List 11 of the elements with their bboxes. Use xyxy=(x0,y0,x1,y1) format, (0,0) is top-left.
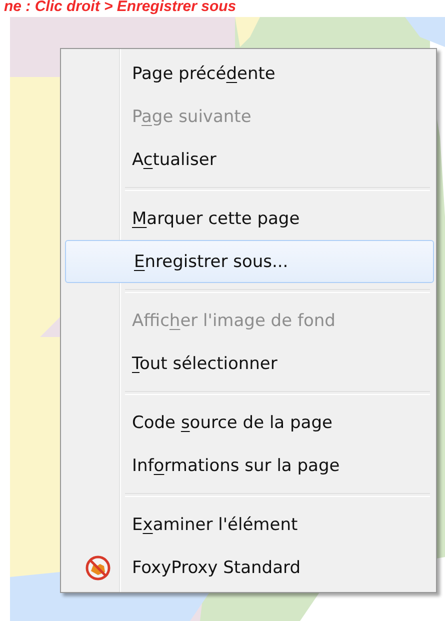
menu-item[interactable]: Examiner l'élément xyxy=(63,503,434,546)
menu-item[interactable]: Tout sélectionner xyxy=(63,342,434,385)
menu-item[interactable]: Code source de la page xyxy=(63,401,434,444)
caption: ne : Clic droit > Enregistrer sous xyxy=(3,0,238,17)
fox-prohibited-icon xyxy=(85,554,111,580)
menu-item[interactable]: Enregistrer sous... xyxy=(65,240,434,283)
menu-item[interactable]: FoxyProxy Standard xyxy=(63,546,434,589)
menu-item[interactable]: Informations sur la page xyxy=(63,444,434,487)
menu-item[interactable]: Page précédente xyxy=(63,52,434,95)
menu-item[interactable]: Actualiser xyxy=(63,138,434,181)
menu-item[interactable]: Marquer cette page xyxy=(63,197,434,240)
